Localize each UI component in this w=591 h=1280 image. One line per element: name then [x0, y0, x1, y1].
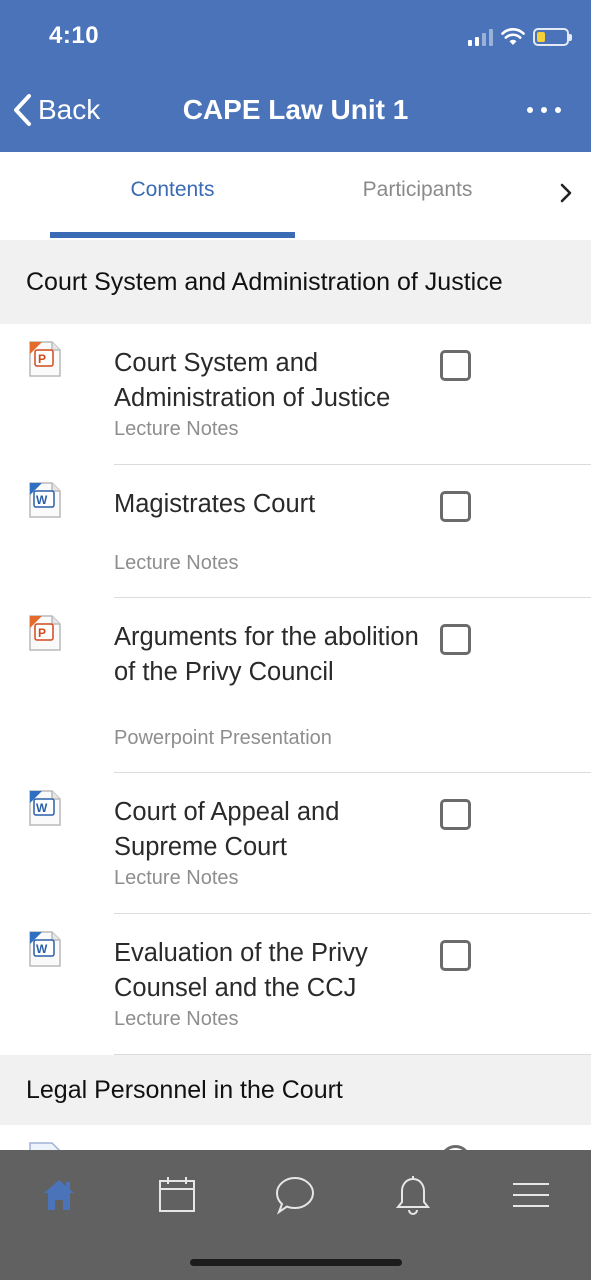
item-title: Magistrates Court — [114, 490, 316, 518]
bottom-navigation — [0, 1150, 591, 1280]
nav-notifications-button[interactable] — [383, 1170, 443, 1220]
completion-checkbox[interactable] — [440, 799, 471, 830]
battery-icon — [533, 28, 572, 46]
nav-menu-button[interactable] — [501, 1170, 561, 1220]
list-item[interactable]: P Court System and Administration of Jus… — [0, 324, 591, 465]
svg-text:W: W — [36, 493, 48, 507]
chat-icon — [275, 1176, 315, 1215]
svg-text:P: P — [38, 352, 46, 366]
section-header: Legal Personnel in the Court — [0, 1055, 591, 1125]
wifi-icon — [501, 28, 525, 45]
section-header: Court System and Administration of Justi… — [0, 240, 591, 324]
more-options-button[interactable] — [527, 98, 561, 122]
page-title: CAPE Law Unit 1 — [182, 94, 409, 125]
list-item[interactable]: W Court of Appeal and Supreme Court Lect… — [0, 773, 591, 914]
word-file-icon: W — [29, 931, 61, 967]
calendar-icon — [159, 1177, 195, 1212]
word-file-icon: W — [29, 790, 61, 826]
item-subtitle: Lecture Notes — [114, 418, 239, 440]
cellular-signal-icon — [468, 28, 493, 46]
svg-text:P: P — [38, 626, 46, 640]
svg-text:W: W — [36, 942, 48, 956]
nav-calendar-button[interactable] — [147, 1170, 207, 1220]
nav-messages-button[interactable] — [265, 1170, 325, 1220]
completion-checkbox[interactable] — [440, 624, 471, 655]
item-subtitle: Lecture Notes — [114, 552, 239, 574]
completion-checkbox[interactable] — [440, 940, 471, 971]
item-title: Evaluation of the Privy Counsel and the … — [114, 939, 368, 1002]
active-tab-indicator — [50, 232, 295, 238]
status-icons — [468, 24, 572, 50]
chevron-right-icon[interactable] — [559, 182, 573, 204]
status-time: 4:10 — [49, 22, 100, 49]
item-subtitle: Lecture Notes — [114, 867, 239, 889]
list-item[interactable]: W Magistrates Court Lecture Notes — [0, 465, 591, 598]
home-icon — [44, 1180, 74, 1210]
tab-participants[interactable]: Participants — [310, 178, 525, 202]
item-subtitle: Lecture Notes — [114, 1008, 239, 1030]
tab-contents[interactable]: Contents — [50, 178, 295, 202]
nav-home-button[interactable] — [29, 1170, 89, 1220]
list-item[interactable]: W Evaluation of the Privy Counsel and th… — [0, 914, 591, 1055]
file-icon — [29, 1142, 61, 1150]
item-title: Court of Appeal and Supreme Court — [114, 798, 340, 861]
word-file-icon: W — [29, 482, 61, 518]
list-item[interactable] — [0, 1125, 591, 1150]
home-indicator — [190, 1259, 402, 1266]
item-title: Arguments for the abolition of the Privy… — [114, 623, 419, 686]
powerpoint-file-icon: P — [29, 615, 61, 651]
item-title: Court System and Administration of Justi… — [114, 349, 391, 412]
tab-bar: Contents Participants — [0, 152, 591, 240]
svg-text:W: W — [36, 801, 48, 815]
list-item[interactable]: P Arguments for the abolition of the Pri… — [0, 598, 591, 773]
more-dots-icon — [527, 107, 533, 113]
powerpoint-file-icon: P — [29, 341, 61, 377]
app-header: 4:10 Back CAPE Law Unit 1 — [0, 0, 591, 152]
item-subtitle: Powerpoint Presentation — [114, 727, 332, 749]
bell-icon — [395, 1176, 431, 1215]
completion-checkbox[interactable] — [440, 491, 471, 522]
completion-checkbox[interactable] — [440, 350, 471, 381]
menu-icon — [513, 1183, 549, 1207]
